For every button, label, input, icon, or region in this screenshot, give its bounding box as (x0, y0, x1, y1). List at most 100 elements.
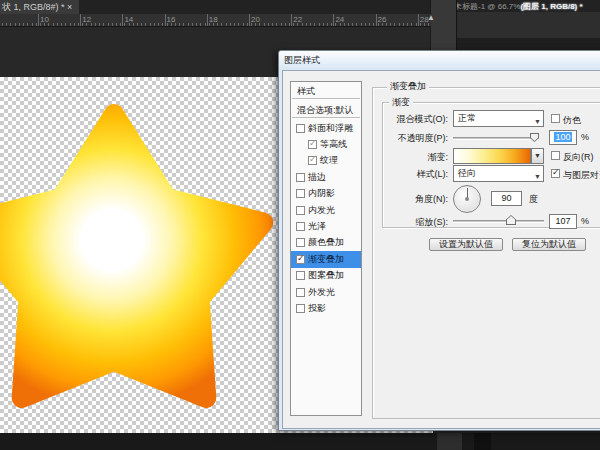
ruler-tick (289, 23, 290, 26)
reverse-label: 反向(R) (563, 151, 594, 164)
blending-options-item[interactable]: 混合选项:默认 (291, 101, 361, 116)
style-item-label: 等高线 (320, 138, 347, 151)
ruler-tick (82, 23, 83, 26)
blend-mode-select[interactable]: 正常 ▼ (453, 110, 544, 127)
scale-slider[interactable] (453, 220, 544, 223)
ruler-tick (319, 23, 320, 26)
ruler-tick (205, 23, 206, 26)
bottom-bar-segment (437, 433, 462, 450)
ruler-tick (352, 23, 353, 26)
ruler-tick (165, 14, 166, 26)
background-window-title: 未标题-1 @ 66.7%(图层 1, RGB/8) * (454, 1, 600, 12)
separator (292, 98, 360, 100)
style-item-row[interactable]: 光泽 (291, 218, 361, 234)
ruler-tick (268, 23, 269, 26)
style-select[interactable]: 径向▼ (453, 165, 544, 182)
style-item-checkbox[interactable] (296, 124, 305, 133)
style-item-row[interactable]: 颜色叠加 (291, 235, 361, 251)
ruler-tick (133, 23, 134, 26)
ruler-tick (99, 23, 100, 26)
ruler-tick (95, 23, 96, 26)
style-item-checkbox[interactable] (296, 222, 305, 231)
align-with-layer-checkbox[interactable] (551, 169, 560, 178)
ruler-tick (188, 23, 189, 26)
ruler-tick (175, 23, 176, 26)
opacity-slider[interactable] (453, 137, 539, 140)
ruler-tick (293, 23, 294, 26)
style-item-checkbox[interactable] (296, 238, 305, 247)
style-item-row[interactable]: 纹理 (291, 153, 361, 169)
ruler-tick (249, 14, 250, 26)
ruler-tick (323, 23, 324, 26)
opacity-label: 不透明度(P): (358, 132, 448, 145)
ruler-tick (361, 23, 362, 26)
ruler-end-arrow-icon: ▲ (427, 13, 435, 22)
ruler-tick (281, 23, 282, 26)
tab-close-icon[interactable]: × (67, 2, 72, 12)
document-tab-label: 状 1, RGB/8#) * (2, 2, 65, 12)
style-item-checkbox[interactable] (296, 189, 305, 198)
style-item-checkbox[interactable] (296, 206, 305, 215)
style-item-row[interactable]: 外发光 (291, 284, 361, 300)
dialog-title[interactable]: 图层样式 (279, 51, 600, 70)
scale-input[interactable]: 107 (549, 214, 577, 229)
style-item-row[interactable]: 图案叠加 (291, 268, 361, 284)
ruler-tick (196, 23, 197, 26)
style-item-checkbox[interactable] (296, 255, 305, 264)
ruler-tick (403, 23, 404, 26)
blend-mode-value: 正常 (458, 113, 476, 123)
style-item-row[interactable]: 内发光 (291, 202, 361, 218)
style-item-row[interactable]: 斜面和浮雕 (291, 120, 361, 136)
reset-default-button[interactable]: 复位为默认值 (512, 238, 586, 251)
style-item-checkbox[interactable] (308, 140, 317, 149)
style-item-checkbox[interactable] (296, 173, 305, 182)
ruler-tick (238, 23, 239, 26)
styles-list-header[interactable]: 样式 (291, 82, 361, 97)
dither-checkbox[interactable] (551, 114, 560, 123)
gradient-group-label: 渐变 (389, 96, 413, 109)
ruler-tick (171, 23, 172, 26)
dialog-client-area: 样式 混合选项:默认 斜面和浮雕等高线纹理描边内阴影内发光光泽颜色叠加渐变叠加图… (282, 70, 600, 429)
style-item-checkbox[interactable] (308, 156, 317, 165)
ruler-tick (137, 23, 138, 26)
style-item-checkbox[interactable] (296, 304, 305, 313)
ruler-tick (243, 23, 244, 26)
style-item-row[interactable]: 描边 (291, 169, 361, 185)
ruler-tick (297, 23, 298, 26)
ruler-tick (158, 23, 159, 26)
ruler-tick (420, 23, 421, 26)
ruler-tick (348, 23, 349, 26)
angle-input[interactable]: 90 (491, 191, 522, 206)
style-item-row[interactable]: 投影 (291, 300, 361, 316)
background-window-title-right: (图层 1, RGB/8) * (520, 2, 582, 11)
angle-dial[interactable] (453, 185, 481, 213)
style-item-selected[interactable]: 渐变叠加 (291, 251, 361, 267)
angle-unit: 度 (529, 193, 538, 206)
ruler-tick (255, 23, 256, 26)
ruler-tick (141, 23, 142, 26)
chevron-down-icon: ▼ (534, 114, 541, 129)
opacity-input[interactable]: 100 (549, 130, 577, 145)
style-value: 径向 (458, 168, 476, 178)
style-item-checkbox[interactable] (296, 288, 305, 297)
ruler-tick (230, 23, 231, 26)
ruler-tick (192, 23, 193, 26)
horizontal-ruler: 10121416182022242628 (0, 14, 431, 27)
style-item-row[interactable]: 等高线 (291, 136, 361, 152)
ruler-tick (285, 23, 286, 26)
set-default-button[interactable]: 设置为默认值 (429, 238, 503, 251)
ruler-tick (386, 23, 387, 26)
ruler-tick (207, 14, 208, 26)
document-tab[interactable]: 状 1, RGB/8#) * × (0, 0, 79, 14)
style-item-row[interactable]: 内阴影 (291, 186, 361, 202)
ruler-tick (103, 23, 104, 26)
reverse-checkbox[interactable] (551, 151, 560, 160)
ruler-tick (365, 23, 366, 26)
gradient-preview[interactable] (453, 148, 531, 164)
gradient-picker-button[interactable]: ▼ (531, 148, 544, 164)
blend-mode-label: 混合模式(O): (358, 113, 448, 126)
style-item-checkbox[interactable] (296, 271, 305, 280)
style-item-label: 斜面和浮雕 (308, 122, 353, 135)
ruler-tick (369, 23, 370, 26)
gradient-label: 渐变: (358, 151, 448, 164)
